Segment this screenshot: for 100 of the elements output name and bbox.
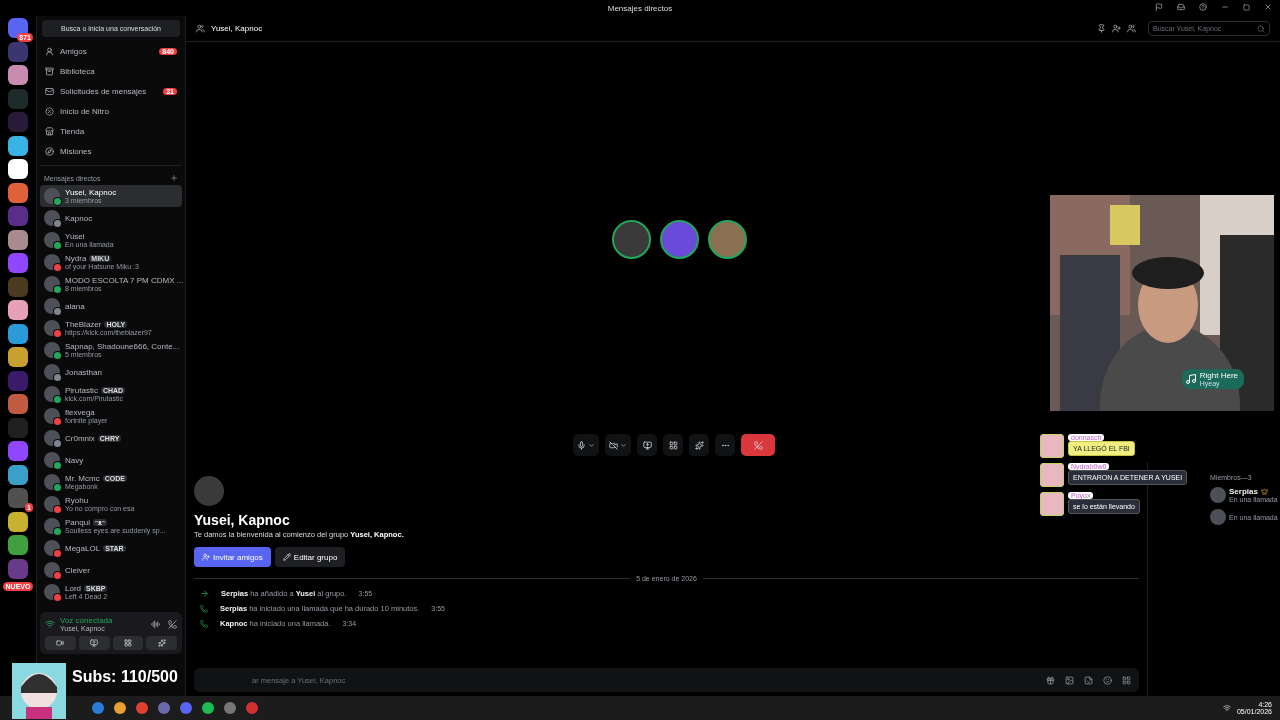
dm-name: Pirutastic (65, 386, 98, 395)
song-title: Right Here (1199, 371, 1238, 380)
share-screen-button[interactable] (78, 636, 110, 650)
add-person-icon (202, 553, 210, 561)
soundboard-button[interactable] (146, 636, 177, 650)
members-icon[interactable] (1127, 24, 1136, 33)
dm-name: MODO ESCOLTA 7 PM CDMX ... (65, 276, 184, 285)
taskbar-app-icon[interactable] (92, 702, 104, 714)
taskbar-app-icon[interactable] (180, 702, 192, 714)
server-icon[interactable] (8, 511, 28, 532)
crown-icon (1260, 488, 1268, 495)
nav-item[interactable]: Misiones (40, 141, 182, 161)
pin-icon[interactable] (1097, 24, 1106, 33)
activities-button[interactable] (663, 434, 683, 456)
help-icon[interactable] (1199, 3, 1207, 11)
dm-item[interactable]: Kapnoc (40, 207, 182, 229)
maximize-icon[interactable] (1243, 3, 1250, 11)
camera-off-icon (609, 440, 618, 450)
member-name: Serpias (1229, 487, 1258, 496)
mic-button[interactable] (573, 434, 599, 456)
channel-title: Yusei, Kapnoc (211, 24, 264, 33)
chat-avatar (1040, 463, 1064, 487)
taskbar-app-icon[interactable] (114, 702, 126, 714)
disconnect-icon[interactable] (168, 619, 177, 629)
activities-button[interactable] (112, 636, 144, 650)
sticker-icon[interactable] (1084, 675, 1093, 685)
avatar (1210, 509, 1226, 525)
dm-name: Panqui (65, 518, 90, 527)
dm-name: TheBlazer (65, 320, 102, 329)
gift-icon[interactable] (1046, 675, 1055, 685)
dm-name: Yusei, Kapnoc (65, 188, 117, 197)
nav-label: Solicitudes de mensajes (60, 86, 148, 96)
dm-name: Kapnoc (65, 213, 93, 223)
dm-name: Lord (65, 584, 81, 593)
server-icon[interactable] (8, 323, 28, 344)
nav-item[interactable]: Tienda (40, 121, 182, 141)
screen-share-icon (642, 440, 652, 450)
dm-name: Navy (65, 455, 84, 465)
participant-avatar[interactable] (659, 220, 699, 259)
image-icon[interactable] (1065, 675, 1074, 685)
taskbar-app-icon[interactable] (158, 702, 170, 714)
dm-item[interactable]: Cleiver (40, 559, 182, 581)
phone-icon (200, 604, 208, 613)
pencil-icon (282, 553, 291, 561)
server-icon[interactable] (8, 159, 28, 179)
server-icon[interactable] (8, 300, 28, 320)
subs-counter: Subs: 110/500 (72, 668, 178, 686)
server-icon[interactable] (8, 135, 28, 156)
camera-button[interactable] (45, 636, 76, 650)
search-icon (1257, 24, 1265, 33)
camera-button[interactable] (605, 434, 631, 456)
sound-wave-icon[interactable] (151, 619, 160, 629)
server-icon[interactable] (8, 347, 28, 367)
close-icon[interactable] (1264, 3, 1272, 11)
sparkles-icon (694, 440, 704, 450)
flag-icon[interactable] (1155, 3, 1163, 11)
mail-icon (45, 86, 54, 96)
dm-name: Mr. Mcmc (65, 474, 100, 483)
taskbar-app-icon[interactable] (136, 702, 148, 714)
wifi-icon (1222, 704, 1231, 712)
end-call-button[interactable] (741, 434, 775, 456)
caret-icon (588, 441, 595, 449)
participant-avatar[interactable] (707, 220, 747, 259)
server-icon[interactable] (8, 65, 28, 85)
participant-avatar[interactable] (611, 220, 651, 259)
server-icon[interactable] (8, 464, 28, 485)
nav-item[interactable]: Biblioteca (40, 61, 182, 81)
dm-name: Sapnap, Shadoune666, Conte... (65, 342, 180, 351)
invite-button[interactable]: Invitar amigos (194, 547, 271, 567)
group-icon (196, 24, 205, 33)
compass-icon (45, 146, 54, 156)
dm-item[interactable]: Navy (40, 449, 182, 471)
dm-item[interactable]: alana (40, 295, 182, 317)
nav-item[interactable]: Inicio de Nitro (40, 101, 182, 121)
phone-icon (200, 619, 208, 628)
dm-item[interactable]: Jonasthan (40, 361, 182, 383)
share-screen-button[interactable] (637, 434, 657, 456)
taskbar-app-icon[interactable] (246, 702, 258, 714)
emoji-icon[interactable] (1103, 675, 1112, 685)
taskbar-app-icon[interactable] (202, 702, 214, 714)
camera-icon (56, 639, 65, 647)
server-icon[interactable] (8, 229, 28, 250)
group-avatar (194, 476, 224, 506)
apps-icon[interactable] (1122, 675, 1131, 685)
grid-icon (123, 639, 132, 647)
dm-name: Yusei (65, 232, 85, 241)
window-title: Mensajes directos (607, 3, 673, 13)
badge-icon (45, 106, 54, 116)
caret-icon (620, 441, 627, 449)
nav-label: Inicio de Nitro (60, 106, 110, 116)
server-icon[interactable] (8, 535, 28, 555)
screen-share-icon (90, 639, 99, 647)
inbox-icon[interactable] (1177, 3, 1185, 11)
mic-icon (577, 440, 586, 450)
add-friend-icon[interactable] (1112, 24, 1121, 33)
edit-button[interactable]: Editar grupo (274, 547, 346, 567)
plus-icon[interactable] (170, 174, 178, 182)
taskbar-app-icon[interactable] (224, 702, 236, 714)
nav-label: Misiones (60, 146, 93, 156)
soundboard-button[interactable] (689, 434, 709, 456)
